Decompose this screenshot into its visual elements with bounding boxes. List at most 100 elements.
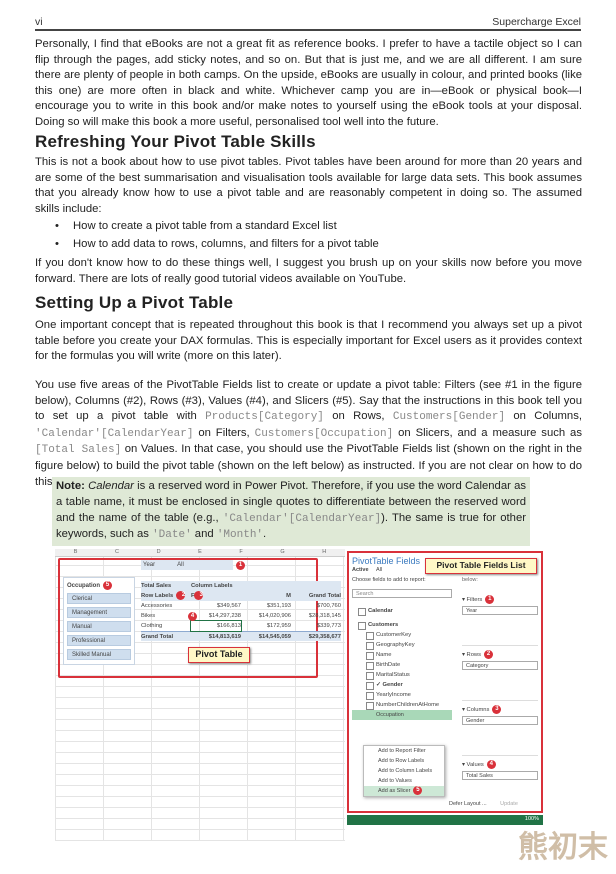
column-header: E — [198, 549, 202, 555]
text: ▾ Values — [462, 762, 484, 769]
code: 'Month' — [216, 529, 264, 542]
cell: $14,297,238 — [208, 613, 241, 619]
note-label: Note: — [56, 480, 85, 492]
cell: Grand Total — [308, 593, 341, 599]
area-label: ▾ Columns 3 — [462, 705, 538, 714]
field-checkbox[interactable]: Name — [360, 650, 452, 660]
code: Products[Category] — [205, 411, 324, 424]
area-values: ▾ Values 4 Total Sales — [462, 755, 538, 780]
pivot-row: Clothing $166,813 $172,959 $339,773 — [141, 620, 341, 632]
pivot-row: Accessories $349,567 $351,193 $700,760 — [141, 601, 341, 611]
cell: $349,567 — [216, 603, 241, 609]
running-title: Supercharge Excel — [492, 16, 581, 28]
area-dropdown[interactable]: Year — [462, 606, 538, 615]
cell: Column Labels3 — [191, 581, 241, 600]
pivot-table: Total Sales Column Labels3 Row Labels 2 F M G… — [141, 581, 341, 641]
area-rows: ▾ Rows 2 Category — [462, 645, 538, 670]
area-label: ▾ Values 4 — [462, 760, 538, 769]
cell: Bikes — [141, 613, 156, 619]
code: 'Date' — [152, 529, 192, 542]
cell: $28,318,145 — [308, 613, 341, 619]
text: ▾ Filters — [462, 597, 483, 604]
menu-item[interactable]: Add to Report Filter — [364, 746, 444, 756]
pivot-total-row: Grand Total $14,813,619 $14,545,059 $29,358… — [141, 631, 341, 641]
search-input[interactable]: Search — [352, 589, 452, 598]
defer-layout-checkbox[interactable]: Defer Layout ... Update — [449, 801, 518, 807]
paragraph: One important concept that is repeated t… — [35, 319, 582, 363]
slicer-item[interactable]: Management — [67, 607, 131, 618]
field-checkbox[interactable]: CustomerKey — [360, 630, 452, 640]
occupation-slicer: Occupation 5 Clerical Management Manual P… — [63, 577, 135, 665]
field-checkbox[interactable]: BirthDate — [360, 660, 452, 670]
badge: 1 — [236, 561, 245, 570]
cell: $351,193 — [266, 603, 291, 609]
badge: 5 — [103, 581, 113, 590]
choose-fields-label: Choose fields to add to report: — [352, 577, 426, 583]
slicer-item[interactable]: Professional — [67, 635, 131, 646]
cell: $29,358,677 — [308, 634, 341, 640]
text: on Filters, — [193, 426, 255, 439]
column-header: B — [73, 549, 78, 555]
area-dropdown[interactable]: Category — [462, 661, 538, 670]
cell: $339,773 — [316, 623, 341, 629]
field-occupation[interactable]: Occupation — [352, 710, 452, 720]
menu-item[interactable]: Add to Column Labels — [364, 766, 444, 776]
intro-paragraph: Personally, I find that eBooks are not a… — [35, 38, 582, 128]
area-dropdown[interactable]: Total Sales — [462, 771, 538, 780]
section-heading: Refreshing Your Pivot Table Skills — [35, 132, 316, 151]
drag-fields-below-label: below: — [462, 577, 478, 583]
menu-item[interactable]: Add to Values — [364, 776, 444, 786]
pivot-row: Bikes $14,297,238 $14,020,906 $28,318,145 — [141, 611, 341, 621]
text: Column Labels — [191, 583, 233, 589]
page-number: vi — [35, 16, 43, 28]
column-header: H — [322, 549, 327, 555]
field-checkbox[interactable]: YearlyIncome — [360, 690, 452, 700]
cell: Clothing — [141, 623, 163, 629]
area-label: ▾ Rows 2 — [462, 650, 538, 659]
field-checkbox[interactable]: GeographyKey — [360, 640, 452, 650]
code: 'Calendar'[CalendarYear] — [222, 512, 382, 525]
badge: 3 — [492, 705, 502, 714]
text: ▾ Rows — [462, 652, 482, 659]
text: . — [263, 528, 267, 541]
cell: Total Sales — [141, 583, 172, 589]
pivot-header-row: Row Labels 2 F M Grand Total — [141, 591, 341, 601]
slicer-item[interactable]: Manual — [67, 621, 131, 632]
table-customers[interactable]: Customers — [352, 620, 452, 630]
table-calendar[interactable]: Calendar — [352, 606, 452, 616]
cell: $172,959 — [266, 623, 291, 629]
cell: Accessories — [141, 603, 173, 609]
field-context-menu: Add to Report Filter Add to Row Labels Add… — [363, 745, 445, 797]
report-filter[interactable]: Year All — [141, 560, 233, 570]
field-checkbox[interactable]: ✓ Gender — [360, 680, 452, 690]
slicer-item[interactable]: Clerical — [67, 593, 131, 604]
badge: 4 — [486, 760, 496, 769]
column-headers: B C D E F G H — [55, 549, 345, 557]
text: Row Labels — [141, 593, 174, 600]
pivottable-fields-pane: PivotTable Fields Active All Choose fiel… — [347, 551, 543, 813]
field-checkbox[interactable]: MaritalStatus — [360, 670, 452, 680]
code: [Total Sales] — [35, 444, 122, 457]
field-checkbox[interactable]: NumberChildrenAtHome — [360, 700, 452, 710]
paragraph: This is not a book about how to use pivo… — [35, 156, 582, 215]
area-filters: ▾ Filters 1 Year — [462, 591, 538, 615]
cell: Grand Total — [141, 634, 174, 640]
area-dropdown[interactable]: Gender — [462, 716, 538, 725]
text: on Columns, — [505, 410, 582, 423]
update-button[interactable]: Update — [500, 801, 518, 807]
tab-all[interactable]: All — [376, 567, 382, 573]
cell: F — [191, 593, 195, 599]
tab-active[interactable]: Active — [352, 567, 369, 573]
cell: $14,020,906 — [258, 613, 291, 619]
text: Calendar — [368, 608, 393, 614]
area-label: ▾ Filters 1 — [462, 595, 538, 604]
menu-item[interactable]: Add to Row Labels — [364, 756, 444, 766]
section-heading: Setting Up a Pivot Table — [35, 293, 234, 312]
slicer-item[interactable]: Skilled Manual — [67, 649, 131, 660]
menu-item[interactable]: Add as Slicer 5 — [364, 786, 444, 796]
code: 'Calendar'[CalendarYear] — [35, 427, 194, 440]
column-header: D — [156, 549, 161, 555]
paragraph: You use five areas of the PivotTable Fie… — [35, 378, 582, 490]
bullet-item: How to add data to rows, columns, and fi… — [55, 235, 379, 253]
text: Customers — [368, 622, 399, 628]
